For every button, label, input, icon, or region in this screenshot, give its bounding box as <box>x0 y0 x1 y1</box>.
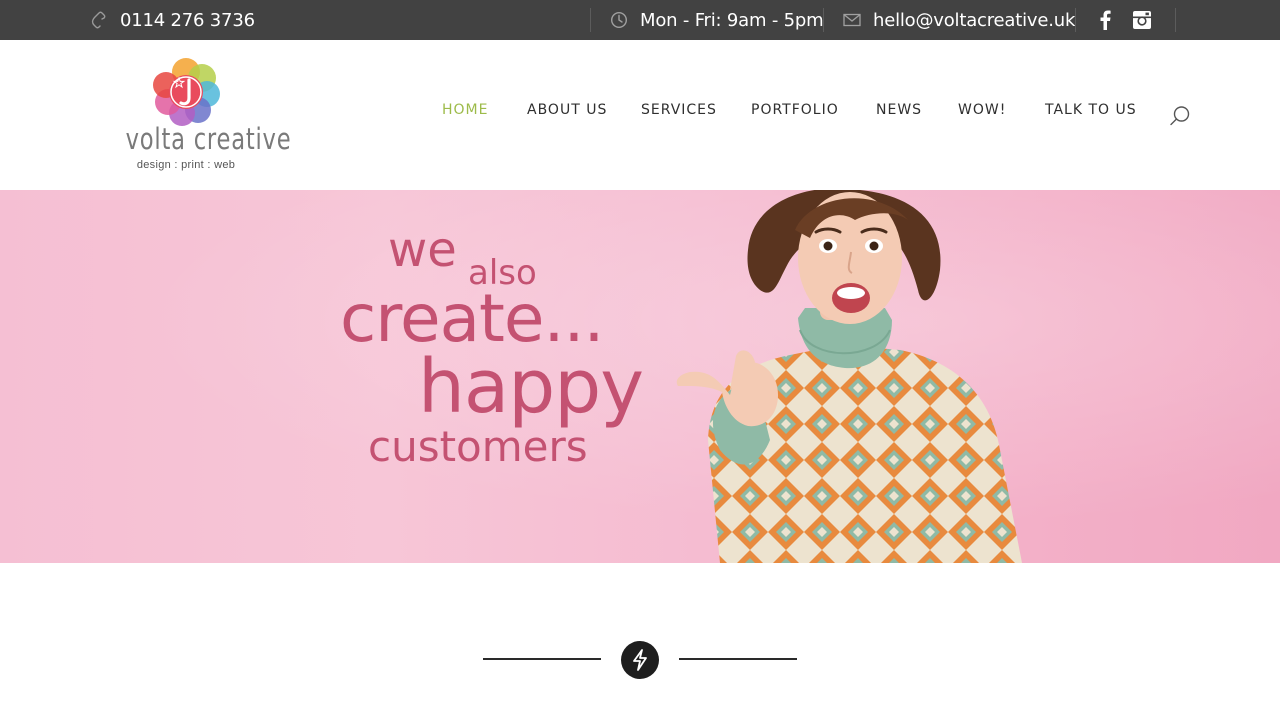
nav-item-talk-to-us[interactable]: TALK TO US <box>1045 102 1137 118</box>
nav-item-services[interactable]: SERVICES <box>641 102 717 118</box>
hero-banner: we also create... happy customers <box>0 190 1280 563</box>
topbar-phone-text: 0114 276 3736 <box>120 9 255 31</box>
instagram-icon[interactable] <box>1130 0 1154 40</box>
site-header: volta creative design : print : web HOME… <box>0 40 1280 190</box>
facebook-icon[interactable] <box>1093 0 1117 40</box>
topbar-email-text: hello@voltacreative.uk <box>873 9 1076 31</box>
hero-text-customers: customers <box>368 422 588 471</box>
topbar-hours-text: Mon - Fri: 9am - 5pm <box>640 9 824 31</box>
nav-item-portfolio[interactable]: PORTFOLIO <box>751 102 839 118</box>
hero-text-happy: happy <box>418 344 644 430</box>
hero-text-we: we <box>388 222 457 278</box>
section-divider-right <box>679 658 797 660</box>
logo-flower-icon <box>153 58 220 126</box>
topbar-hours: Mon - Fri: 9am - 5pm <box>610 0 824 40</box>
topbar-separator <box>823 8 824 32</box>
nav-item-about-us[interactable]: ABOUT US <box>527 102 607 118</box>
section-divider-left <box>483 658 601 660</box>
clock-icon <box>610 11 628 29</box>
nav-item-news[interactable]: NEWS <box>876 102 922 118</box>
site-logo[interactable]: volta creative design : print : web <box>108 56 292 176</box>
lightning-bolt-icon <box>621 641 659 679</box>
nav-item-wow[interactable]: WOW! <box>958 102 1006 118</box>
topbar-email[interactable]: hello@voltacreative.uk <box>843 0 1075 40</box>
logo-wordmark: volta creative <box>125 122 292 156</box>
top-bar: 0114 276 3736 Mon - Fri: 9am - 5pm hello… <box>0 0 1280 40</box>
hero-woman-image <box>676 190 1022 563</box>
topbar-separator <box>590 8 591 32</box>
topbar-separator <box>1075 8 1076 32</box>
hero-text-create: create... <box>340 280 604 357</box>
logo-tagline: design : print : web <box>136 159 236 171</box>
topbar-phone[interactable]: 0114 276 3736 <box>90 0 255 40</box>
search-icon[interactable] <box>1168 104 1192 128</box>
mail-icon <box>843 11 861 29</box>
topbar-separator <box>1175 8 1176 32</box>
nav-item-home[interactable]: HOME <box>442 102 488 118</box>
phone-icon <box>90 11 108 29</box>
